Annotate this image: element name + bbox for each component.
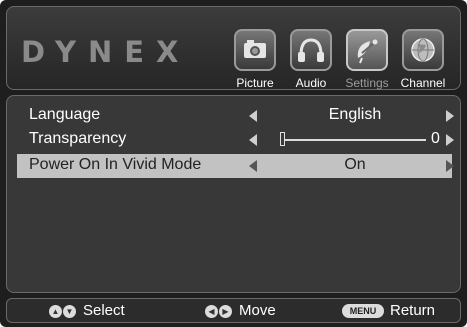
tab-settings-label: Settings bbox=[345, 76, 389, 90]
setting-value: On bbox=[344, 156, 366, 173]
setting-label: Language bbox=[29, 106, 101, 123]
tv-osd-menu: DYNEX Picture Audio Settings Channel Lan… bbox=[0, 0, 467, 327]
tab-audio[interactable]: Audio bbox=[285, 29, 337, 90]
transparency-slider-track[interactable] bbox=[280, 139, 426, 141]
transparency-slider-thumb[interactable] bbox=[280, 132, 285, 146]
headphones-icon bbox=[290, 29, 332, 71]
hint-return-label: Return bbox=[390, 302, 436, 319]
right-button-icon: ▶ bbox=[219, 305, 232, 318]
hint-move-label: Move bbox=[239, 302, 276, 319]
left-arrow-icon[interactable] bbox=[249, 134, 257, 146]
setting-row-power-on-vivid[interactable]: Power On In Vivid Mode On bbox=[17, 154, 454, 178]
setting-value: English bbox=[328, 106, 382, 123]
tab-channel[interactable]: Channel bbox=[397, 29, 449, 90]
tab-audio-label: Audio bbox=[295, 76, 327, 90]
menu-header: DYNEX Picture Audio Settings Channel bbox=[6, 6, 461, 90]
satellite-dish-icon bbox=[346, 29, 388, 71]
brand-logo: DYNEX bbox=[21, 35, 191, 69]
tab-picture-label: Picture bbox=[236, 76, 274, 90]
left-arrow-icon[interactable] bbox=[249, 160, 257, 172]
right-arrow-icon[interactable] bbox=[446, 160, 454, 172]
setting-row-language[interactable]: Language English bbox=[17, 104, 454, 128]
left-button-icon: ◀ bbox=[205, 305, 218, 318]
tab-channel-label: Channel bbox=[400, 76, 446, 90]
setting-row-transparency[interactable]: Transparency 0 bbox=[17, 128, 454, 152]
tab-settings[interactable]: Settings bbox=[341, 29, 393, 90]
setting-value: 0 bbox=[431, 130, 440, 147]
hint-select-label: Select bbox=[83, 302, 125, 319]
left-arrow-icon[interactable] bbox=[249, 110, 257, 122]
right-arrow-icon[interactable] bbox=[446, 110, 454, 122]
down-button-icon: ▼ bbox=[63, 305, 76, 318]
globe-icon bbox=[402, 29, 444, 71]
tab-picture[interactable]: Picture bbox=[229, 29, 281, 90]
right-arrow-icon[interactable] bbox=[446, 134, 454, 146]
up-button-icon: ▲ bbox=[49, 305, 62, 318]
camera-icon bbox=[234, 29, 276, 71]
settings-panel: Language English Transparency 0 Power On… bbox=[6, 95, 461, 293]
footer-hints: ▲ ▼ Select ◀ ▶ Move MENU Return bbox=[6, 298, 461, 323]
menu-button-icon: MENU bbox=[342, 304, 384, 318]
setting-label: Power On In Vivid Mode bbox=[29, 156, 202, 173]
setting-label: Transparency bbox=[29, 130, 127, 147]
